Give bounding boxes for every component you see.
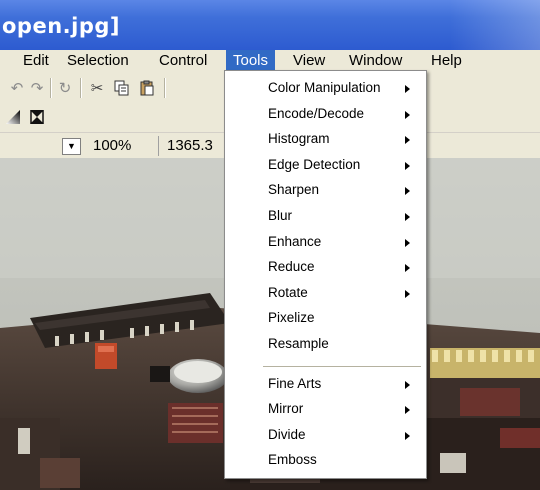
redo-icon[interactable]: ↷ — [28, 79, 46, 97]
window-title: open.jpg] — [2, 14, 120, 38]
tools-dropdown-menu: Color Manipulation Encode/Decode Histogram… — [224, 70, 427, 479]
gradient-tool-icon[interactable] — [4, 108, 22, 126]
menu-item-color-manipulation[interactable]: Color Manipulation — [225, 77, 426, 101]
crop-tool-icon[interactable] — [28, 108, 46, 126]
menu-item-rotate[interactable]: Rotate — [225, 282, 426, 306]
menu-item-label: Resample — [268, 336, 329, 351]
cut-icon[interactable]: ✂ — [88, 79, 106, 97]
toolbar-separator — [80, 78, 82, 98]
menu-item-label: Rotate — [268, 284, 308, 300]
menu-item-edge-detection[interactable]: Edge Detection — [225, 154, 426, 178]
zoom-level: 100% — [93, 137, 132, 154]
menu-item-blur[interactable]: Blur — [225, 205, 426, 229]
menu-item-label: Reduce — [268, 259, 315, 275]
menu-item-divide[interactable]: Divide — [225, 424, 426, 448]
menu-item-encode-decode[interactable]: Encode/Decode — [225, 103, 426, 127]
menu-item-enhance[interactable]: Enhance — [225, 231, 426, 255]
coordinate-readout: 1365.3 — [167, 137, 213, 154]
submenu-arrow-icon — [405, 289, 410, 298]
paste-icon[interactable] — [138, 79, 156, 97]
menu-item-label: Color Manipulation — [268, 80, 381, 95]
zoom-dropdown-button[interactable]: ▼ — [62, 138, 81, 155]
submenu-arrow-icon — [405, 380, 410, 389]
submenu-arrow-icon — [405, 136, 410, 145]
menu-help[interactable]: Help — [424, 50, 469, 74]
submenu-arrow-icon — [405, 85, 410, 93]
menu-item-pixelize[interactable]: Pixelize — [225, 307, 426, 331]
menu-item-label: Encode/Decode — [268, 105, 365, 121]
menu-item-emboss[interactable]: Emboss — [225, 449, 426, 473]
submenu-arrow-icon — [405, 238, 410, 247]
menu-item-resample[interactable]: Resample — [225, 333, 426, 357]
submenu-arrow-icon — [405, 213, 410, 221]
menu-item-reduce[interactable]: Reduce — [225, 256, 426, 280]
submenu-arrow-icon — [405, 406, 410, 415]
menu-separator — [263, 365, 421, 367]
toolbar-separator — [50, 78, 52, 98]
menu-item-label: Histogram — [268, 131, 330, 147]
menu-item-label: Fine Arts — [268, 375, 322, 391]
menu-item-label: Mirror — [268, 401, 304, 417]
menu-item-mirror[interactable]: Mirror — [225, 398, 426, 422]
submenu-arrow-icon — [405, 161, 410, 170]
menu-control[interactable]: Control — [152, 50, 214, 74]
submenu-arrow-icon — [405, 110, 410, 119]
rotate-icon[interactable]: ↻ — [56, 79, 74, 97]
copy-icon[interactable] — [113, 79, 131, 97]
menu-item-label: Sharpen — [268, 182, 320, 198]
title-bar-gradient — [450, 0, 540, 50]
menu-item-label: Emboss — [268, 452, 317, 468]
title-bar[interactable]: open.jpg] — [0, 0, 540, 50]
menu-item-label: Edge Detection — [268, 156, 361, 172]
app-window: open.jpg] Edit Selection Control Tools View W… — [0, 0, 540, 490]
menu-item-label: Pixelize — [268, 310, 315, 326]
menu-item-histogram[interactable]: Histogram — [225, 128, 426, 152]
menu-item-label: Enhance — [268, 233, 322, 249]
submenu-arrow-icon — [405, 187, 410, 196]
menu-item-label: Divide — [268, 426, 306, 442]
submenu-arrow-icon — [405, 431, 410, 440]
menu-item-sharpen[interactable]: Sharpen — [225, 179, 426, 203]
menu-item-fine-arts[interactable]: Fine Arts — [225, 373, 426, 397]
toolbar-separator — [164, 78, 166, 98]
menu-item-label: Blur — [268, 208, 293, 223]
menu-edit[interactable]: Edit — [16, 50, 56, 74]
menu-selection[interactable]: Selection — [60, 50, 136, 74]
submenu-arrow-icon — [405, 264, 410, 273]
status-separator — [158, 136, 159, 156]
undo-icon[interactable]: ↶ — [8, 79, 26, 97]
